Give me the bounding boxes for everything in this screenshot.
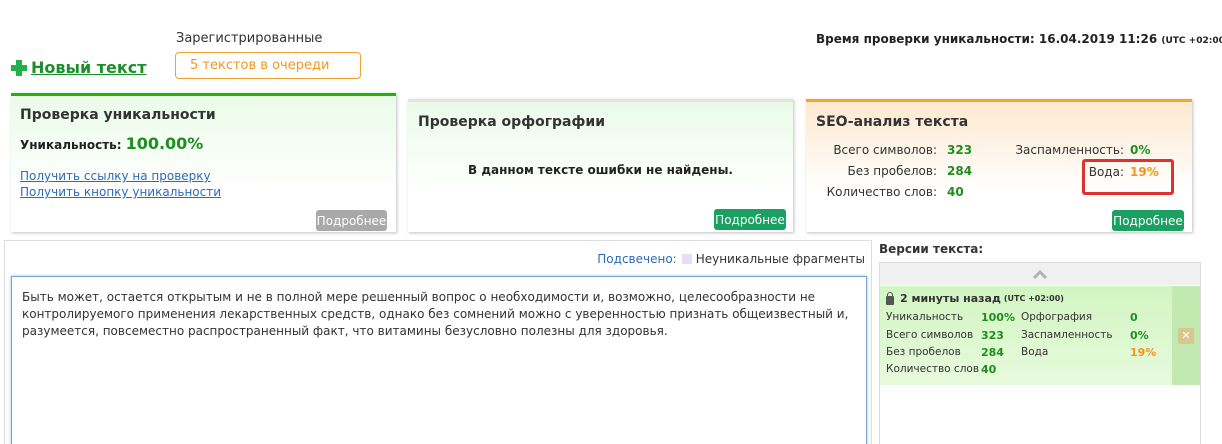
legend-text: Неуникальные фрагменты [695, 252, 865, 266]
editor-area: Подсвечено: Неуникальные фрагменты Быть … [4, 240, 872, 444]
seo-no-spaces-value: 284 [947, 164, 973, 178]
new-text-link[interactable]: Новый текст [31, 58, 147, 77]
seo-panel: SEO-анализ текста Всего символов: 323 Бе… [806, 99, 1192, 232]
version-uniq-label: Уникальность [886, 311, 964, 323]
seo-more-button[interactable]: Подробнее [1112, 210, 1184, 231]
highlight-legend: Подсвечено: Неуникальные фрагменты [597, 252, 865, 266]
version-spelling-label: Орфография [1021, 311, 1093, 323]
version-no-spaces-label: Без пробелов [886, 346, 961, 358]
legend-swatch [681, 254, 692, 264]
plus-icon [10, 59, 28, 77]
version-header: 2 минуты назад (UTC +02:00) [886, 291, 1064, 305]
get-check-link[interactable]: Получить ссылку на проверку [20, 169, 211, 183]
version-time: 2 минуты назад [900, 292, 1001, 305]
uniqueness-summary: Уникальность: 100.00% [20, 134, 203, 153]
versions-scroll-up[interactable] [880, 263, 1200, 285]
version-water-value: 19% [1130, 346, 1157, 359]
seo-words-label: Количество слов: [826, 185, 937, 199]
version-item[interactable]: 2 минуты назад (UTC +02:00) Уникальность… [880, 286, 1200, 385]
seo-words-value: 40 [947, 185, 964, 199]
get-uniqueness-button-link[interactable]: Получить кнопку уникальности [20, 185, 221, 199]
uniqueness-value: 100.00% [125, 134, 204, 153]
check-time-label: Время проверки уникальности: 16.04.2019 … [816, 32, 1158, 46]
close-icon[interactable]: ✕ [1178, 327, 1194, 344]
spelling-panel-title: Проверка орфографии [418, 114, 605, 130]
seo-water-value: 19% [1130, 165, 1159, 179]
seo-spam-value: 0% [1130, 143, 1151, 157]
versions-panel: 2 минуты назад (UTC +02:00) Уникальность… [879, 262, 1201, 444]
version-no-spaces-value: 284 [981, 346, 1004, 359]
uniqueness-panel: Проверка уникальности Уникальность: 100.… [11, 93, 396, 232]
check-time: Время проверки уникальности: 16.04.2019 … [816, 32, 1222, 46]
queue-badge[interactable]: 5 текстов в очереди [175, 52, 361, 79]
version-chars-value: 323 [981, 329, 1004, 342]
check-time-timezone: (UTC +02:00) [1161, 36, 1222, 46]
version-water-label: Вода [1021, 346, 1049, 358]
version-words-label: Количество слов [886, 363, 980, 375]
seo-water-label: Вода: [1088, 165, 1124, 179]
seo-chars-value: 323 [947, 143, 973, 157]
legend-label: Подсвечено: [597, 252, 677, 266]
version-words-value: 40 [981, 363, 997, 376]
registered-label: Зарегистрированные [176, 31, 323, 46]
version-spam-label: Заспамленность [1021, 329, 1113, 341]
new-text-button[interactable]: Новый текст [10, 58, 147, 77]
version-timezone: (UTC +02:00) [1003, 294, 1064, 303]
versions-title: Версии текста: [879, 242, 984, 256]
version-chars-label: Всего символов [886, 329, 974, 341]
seo-chars-label: Всего символов: [833, 143, 937, 157]
uniqueness-label: Уникальность: [20, 138, 122, 152]
seo-panel-title: SEO-анализ текста [816, 114, 969, 130]
seo-no-spaces-label: Без пробелов: [847, 164, 937, 178]
version-spelling-value: 0 [1130, 311, 1138, 324]
version-spam-value: 0% [1130, 329, 1149, 342]
seo-spam-label: Заспамленность: [1015, 143, 1124, 157]
chevron-up-icon [1032, 269, 1048, 285]
spelling-panel: Проверка орфографии В данном тексте ошиб… [408, 99, 793, 232]
text-editor[interactable]: Быть может, остается открытым и не в пол… [11, 276, 867, 444]
version-side-bar: ✕ [1172, 286, 1200, 385]
version-uniq-value: 100% [981, 311, 1015, 324]
uniqueness-panel-title: Проверка уникальности [20, 107, 216, 123]
spelling-more-button[interactable]: Подробнее [714, 209, 786, 230]
uniqueness-more-button[interactable]: Подробнее [316, 210, 387, 231]
lock-icon [886, 291, 894, 305]
spelling-message: В данном тексте ошибки не найдены. [468, 163, 733, 177]
